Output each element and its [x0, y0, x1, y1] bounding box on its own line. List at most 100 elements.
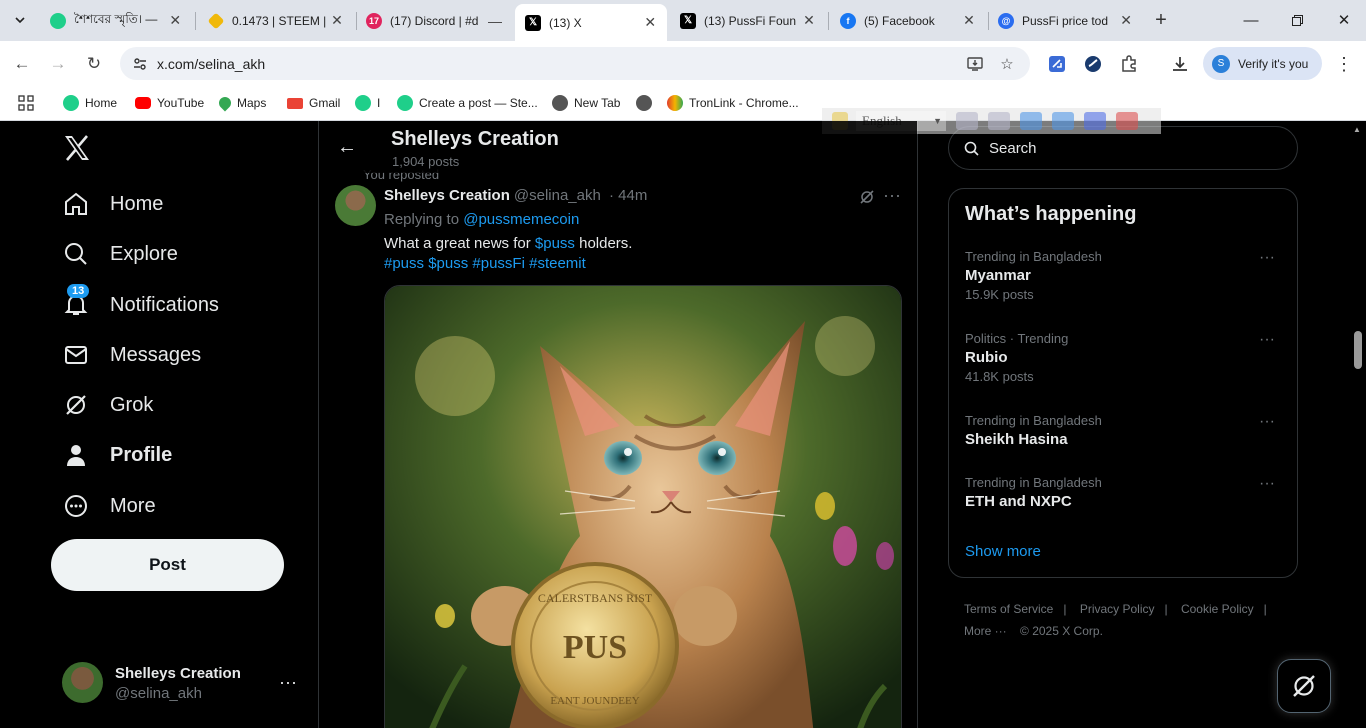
tab-facebook[interactable]: f (5) Facebook ✕: [830, 4, 986, 37]
bookmark-tronlink[interactable]: TronLink - Chrome...: [667, 93, 799, 113]
account-switcher[interactable]: Shelleys Creation @selina_akh ···: [62, 662, 302, 704]
grok-explain-icon[interactable]: [857, 187, 877, 207]
coin-text-bottom: EANT JOUNDEEY: [550, 695, 639, 707]
bookmark-label: Home: [85, 96, 118, 110]
hashtag-link[interactable]: #puss: [384, 255, 424, 272]
bookmark-gmail[interactable]: Gmail: [287, 93, 340, 113]
nav-grok[interactable]: Grok: [62, 390, 153, 420]
extension-s-icon[interactable]: [1045, 52, 1069, 76]
nav-explore[interactable]: Explore: [62, 239, 178, 269]
trend-item[interactable]: Trending in Bangladesh Myanmar 15.9K pos…: [965, 249, 1283, 305]
new-tab-button[interactable]: +: [1150, 9, 1172, 31]
tweet-more-icon[interactable]: ···: [883, 185, 901, 206]
close-tab-icon[interactable]: ✕: [802, 12, 816, 29]
show-more-link[interactable]: Show more: [965, 543, 1041, 560]
close-icon[interactable]: [1116, 112, 1138, 130]
translate-tool-icon[interactable]: [988, 112, 1010, 130]
tweet-image[interactable]: CALERSTBANS RIST PUS EANT JOUNDEEY: [384, 285, 902, 728]
tab-search-button[interactable]: [8, 8, 32, 32]
trend-more-icon[interactable]: ···: [1259, 413, 1275, 431]
replying-to-link[interactable]: @pussmemecoin: [463, 211, 579, 228]
nav-more[interactable]: More: [62, 491, 156, 521]
profile-title: Shelleys Creation: [391, 128, 559, 150]
scrollbar[interactable]: [1350, 121, 1366, 728]
install-app-icon[interactable]: [964, 53, 986, 75]
bookmark-maps[interactable]: Maps: [216, 93, 266, 113]
privacy-link[interactable]: Privacy Policy: [1080, 602, 1155, 616]
site-info-icon[interactable]: [128, 52, 152, 76]
hashtag-link[interactable]: #steemit: [529, 255, 586, 272]
back-arrow-icon[interactable]: ←: [335, 135, 359, 159]
close-tab-icon[interactable]: ✕: [644, 14, 658, 31]
tab-steem-price[interactable]: 0.1473 | STEEM | ✕: [198, 4, 354, 37]
address-bar[interactable]: x.com/selina_akh ☆: [120, 47, 1030, 80]
close-tab-icon[interactable]: ✕: [330, 12, 344, 29]
bookmark-steemit-i[interactable]: I: [355, 93, 380, 113]
avatar[interactable]: [335, 185, 376, 226]
cookie-link[interactable]: Cookie Policy: [1181, 602, 1254, 616]
trend-more-icon[interactable]: ···: [1259, 249, 1275, 267]
extensions-puzzle-icon[interactable]: [1117, 52, 1141, 76]
back-button[interactable]: ←: [10, 52, 34, 76]
bookmark-youtube[interactable]: YouTube: [135, 93, 204, 113]
trend-more-icon[interactable]: ···: [1259, 475, 1275, 493]
tab-steemit-memory[interactable]: শৈশবের স্মৃতি। — ✕: [40, 4, 192, 37]
forward-button[interactable]: →: [46, 52, 70, 76]
tab-title: PussFi price tod: [1022, 13, 1109, 28]
downloads-icon[interactable]: [1168, 52, 1192, 76]
close-window-button[interactable]: ✕: [1329, 8, 1359, 32]
mute-tab-icon[interactable]: —: [488, 13, 502, 29]
bookmark-create-post[interactable]: Create a post — Ste...: [397, 93, 538, 113]
bookmark-new-tab[interactable]: New Tab: [552, 93, 620, 113]
trend-more-icon[interactable]: ···: [1259, 331, 1275, 349]
close-tab-icon[interactable]: ✕: [1119, 12, 1133, 29]
x-logo-icon[interactable]: [62, 133, 92, 163]
left-navigation: Home Explore 13 Notifications Messages G…: [0, 121, 318, 728]
tweet-time[interactable]: · 44m: [609, 187, 647, 204]
tab-title: (13) PussFi Foun: [704, 13, 797, 28]
hashtag-link[interactable]: $puss: [428, 255, 468, 272]
hashtag-link[interactable]: #pussFi: [472, 255, 525, 272]
trend-context: Trending in Bangladesh: [965, 249, 1102, 264]
more-circle-icon: [62, 492, 90, 520]
translate-tool-icon[interactable]: [956, 112, 978, 130]
nav-profile[interactable]: Profile: [62, 440, 172, 470]
nav-messages[interactable]: Messages: [62, 340, 201, 370]
nav-home[interactable]: Home: [62, 189, 163, 219]
apps-grid-icon[interactable]: [18, 93, 34, 113]
help-icon[interactable]: [1084, 112, 1106, 130]
trend-item[interactable]: Politics · Trending Rubio 41.8K posts ··…: [965, 331, 1283, 387]
scrollbar-thumb[interactable]: [1354, 331, 1362, 369]
translate-tool-icon[interactable]: [1052, 112, 1074, 130]
tab-pussfi-price[interactable]: @ PussFi price tod ✕: [988, 4, 1143, 37]
terms-link[interactable]: Terms of Service: [964, 602, 1053, 616]
restore-button[interactable]: [1282, 8, 1312, 32]
trend-item[interactable]: Trending in Bangladesh ETH and NXPC ···: [965, 475, 1283, 531]
nav-notifications-label: Notifications: [110, 293, 219, 316]
close-tab-icon[interactable]: ✕: [169, 12, 183, 29]
bookmarks-bar: Home YouTube Maps Gmail I Create a post …: [0, 86, 1366, 121]
trend-item[interactable]: Trending in Bangladesh Sheikh Hasina ···: [965, 413, 1283, 469]
bookmark-globe[interactable]: [636, 93, 658, 113]
tweet-author[interactable]: Shelleys Creation: [384, 187, 510, 204]
minimize-button[interactable]: —: [1236, 8, 1266, 32]
url-text: x.com/selina_akh: [157, 56, 266, 72]
extension-steem-icon[interactable]: [1081, 52, 1105, 76]
bookmark-home[interactable]: Home: [63, 93, 117, 113]
cashtag-link[interactable]: $puss: [535, 235, 575, 252]
verify-account-chip[interactable]: S Verify it's you: [1203, 47, 1322, 80]
tab-x-active[interactable]: 𝕏 (13) X ✕: [515, 4, 667, 41]
tab-pussfi-x[interactable]: 𝕏 (13) PussFi Foun ✕: [670, 4, 826, 37]
post-button[interactable]: Post: [51, 539, 284, 591]
footer-more-link[interactable]: More ···: [964, 624, 1007, 638]
chrome-menu-icon[interactable]: ⋮: [1332, 52, 1356, 76]
close-tab-icon[interactable]: ✕: [962, 12, 976, 29]
reload-button[interactable]: ↻: [82, 52, 106, 76]
bookmark-star-icon[interactable]: ☆: [996, 53, 1018, 75]
grok-floating-button[interactable]: [1277, 659, 1331, 713]
tab-discord[interactable]: 17 (17) Discord | #d —: [356, 4, 512, 37]
nav-notifications[interactable]: 13 Notifications: [62, 284, 219, 320]
translate-tool-icon[interactable]: [1020, 112, 1042, 130]
scroll-up-arrow-icon[interactable]: ▲: [1353, 125, 1361, 134]
tweet-handle[interactable]: @selina_akh: [514, 187, 601, 204]
